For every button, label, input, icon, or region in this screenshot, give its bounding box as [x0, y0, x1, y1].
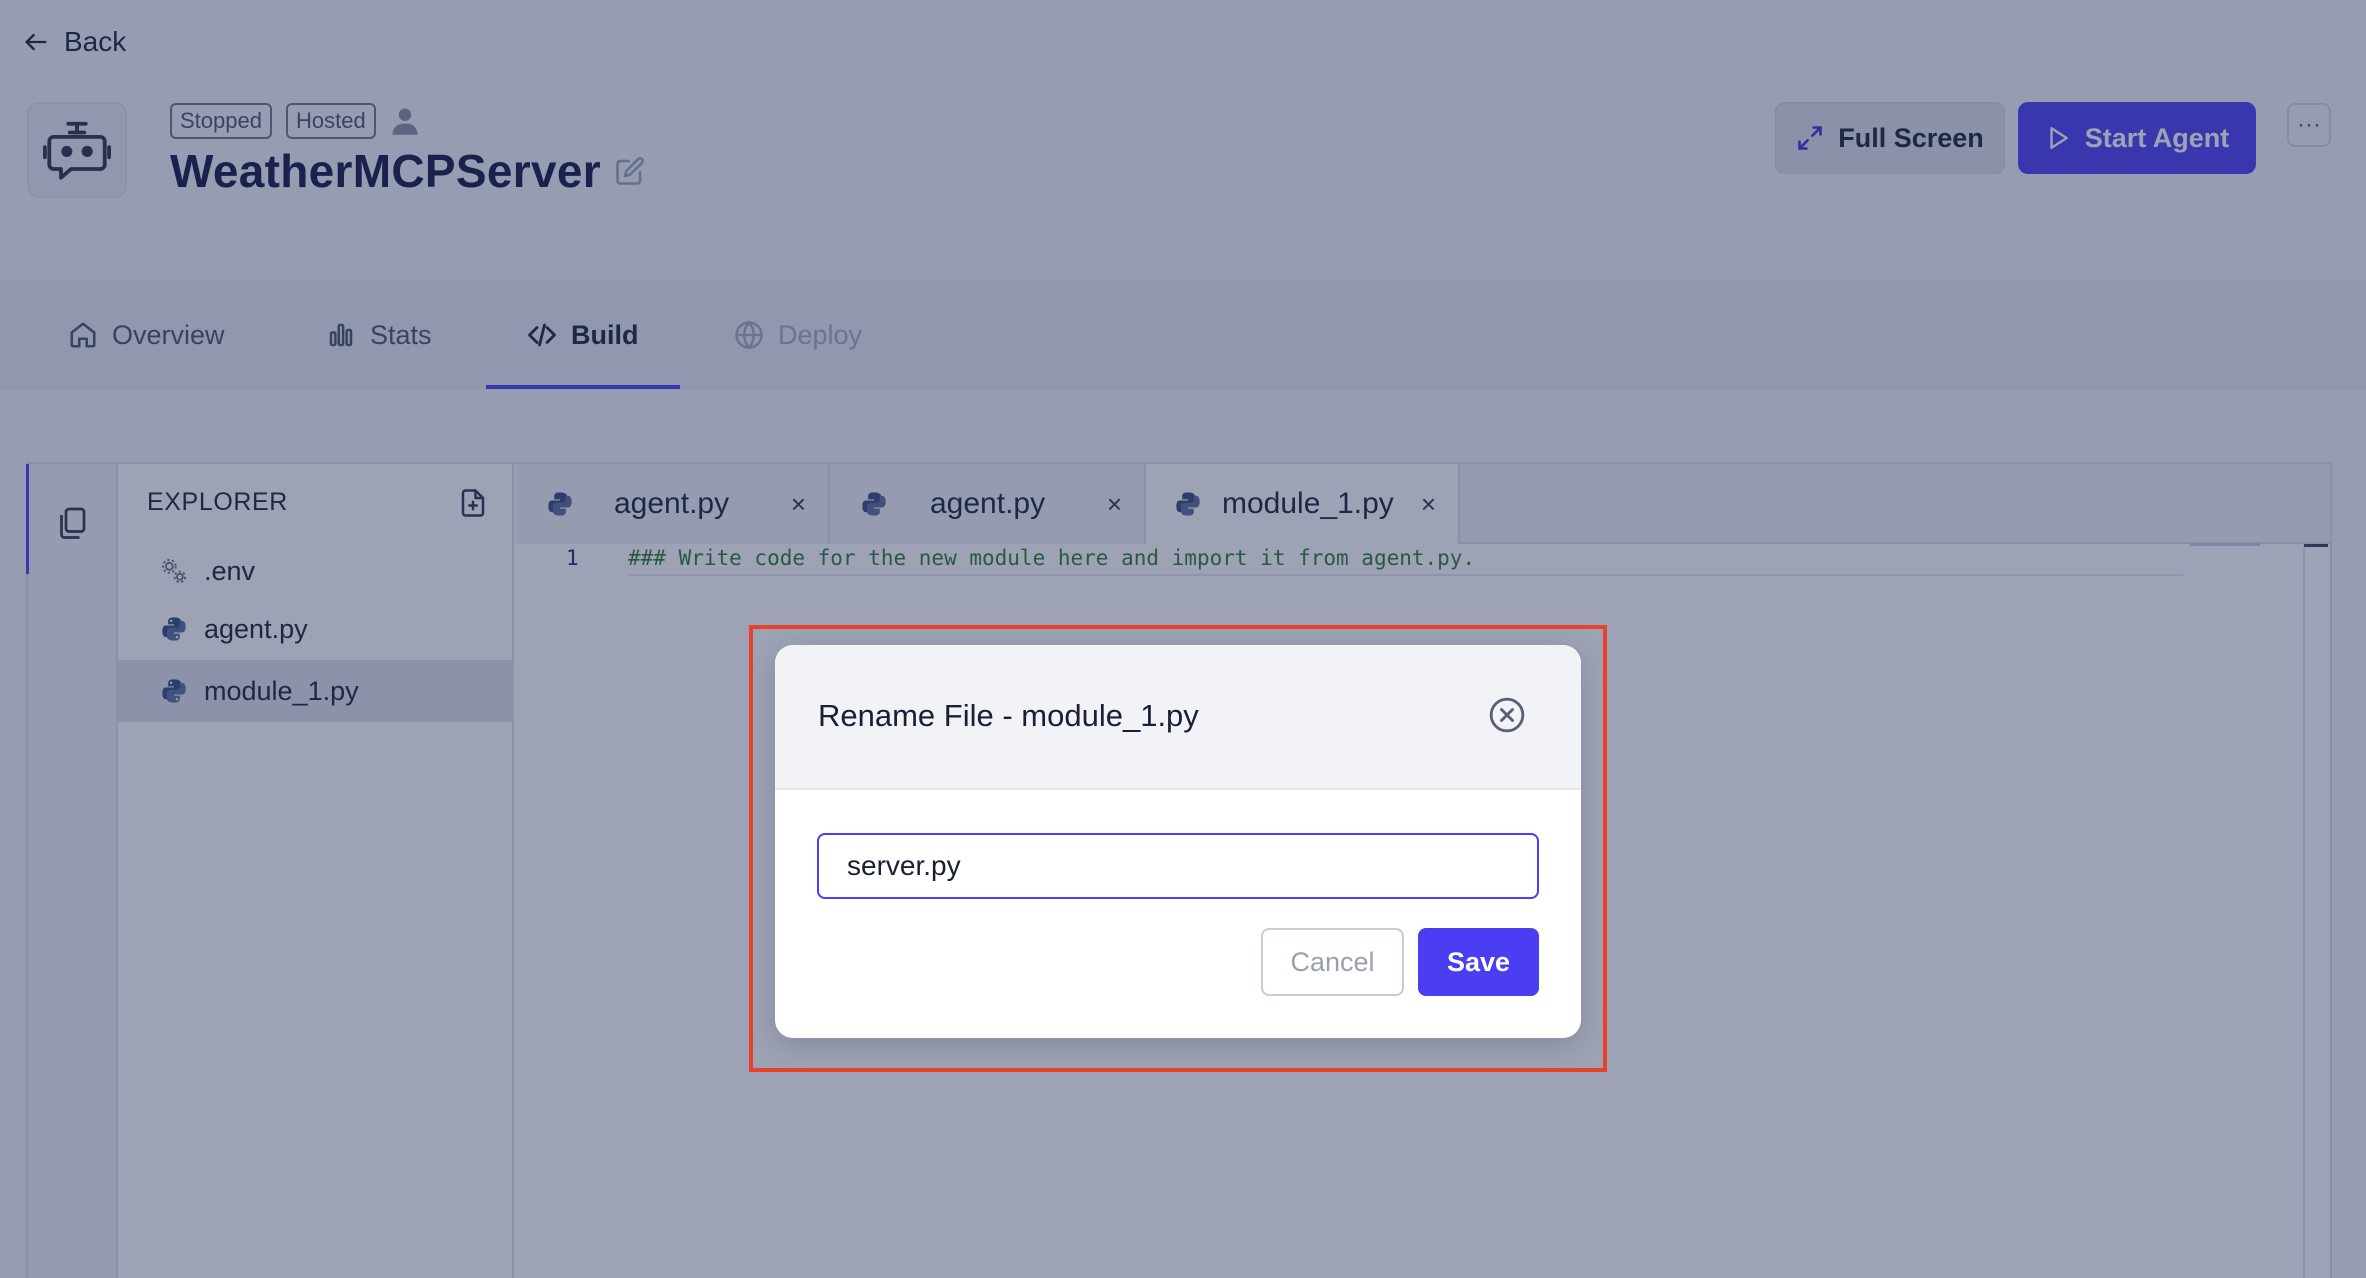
- rename-file-dialog: Rename File - module_1.py Cancel Save: [775, 645, 1581, 1038]
- cancel-button[interactable]: Cancel: [1261, 928, 1404, 996]
- close-circle-icon[interactable]: [1488, 696, 1526, 734]
- save-button[interactable]: Save: [1418, 928, 1539, 996]
- dialog-title: Rename File - module_1.py: [818, 698, 1199, 733]
- file-name-input[interactable]: [817, 833, 1539, 899]
